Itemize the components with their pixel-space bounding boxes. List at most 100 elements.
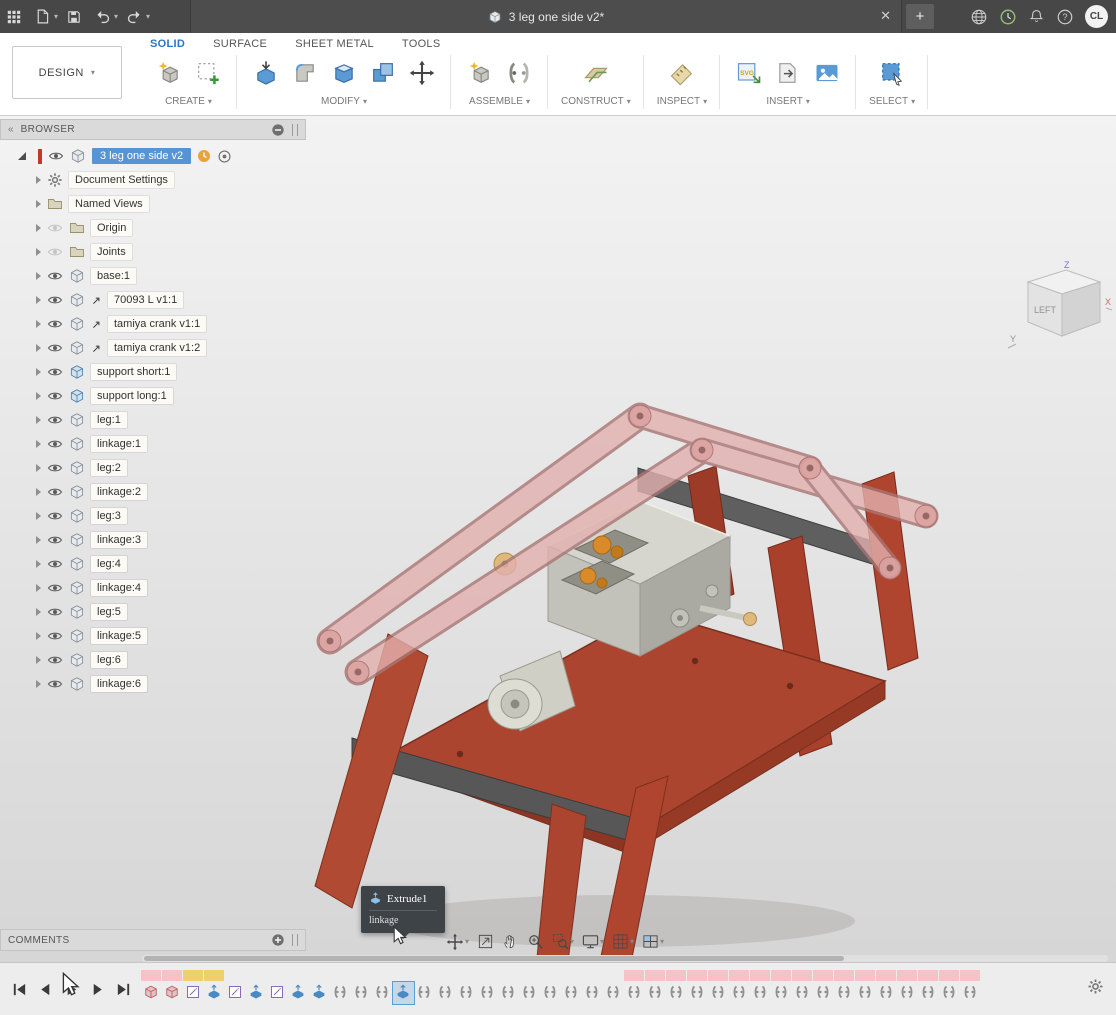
chevron-down-icon[interactable]: ▾ bbox=[660, 937, 664, 946]
expand-triangle-icon[interactable] bbox=[36, 536, 41, 544]
timeline-feature[interactable] bbox=[162, 970, 183, 1006]
expand-triangle-icon[interactable] bbox=[36, 296, 41, 304]
browser-item-label[interactable]: leg:4 bbox=[91, 556, 127, 572]
undo-icon[interactable] bbox=[89, 4, 115, 30]
visibility-eye-icon[interactable] bbox=[47, 535, 63, 545]
browser-item-label[interactable]: leg:5 bbox=[91, 604, 127, 620]
timeline-feature[interactable] bbox=[141, 970, 162, 1006]
timeline-feature[interactable] bbox=[477, 970, 498, 1006]
app-grid-icon[interactable] bbox=[1, 4, 27, 30]
browser-item-label[interactable]: base:1 bbox=[91, 268, 136, 284]
chevron-down-icon[interactable]: ▾ bbox=[526, 97, 530, 106]
browser-item-row[interactable]: leg:1 bbox=[0, 408, 306, 432]
visibility-eye-icon[interactable] bbox=[47, 343, 63, 353]
collapse-panel-icon[interactable]: « bbox=[8, 124, 14, 135]
move-icon[interactable] bbox=[406, 57, 438, 89]
tab-sheet-metal[interactable]: SHEET METAL bbox=[295, 38, 374, 50]
browser-root-row[interactable]: 3 leg one side v2 bbox=[0, 144, 306, 168]
expand-triangle-icon[interactable] bbox=[36, 608, 41, 616]
browser-item-label[interactable]: linkage:1 bbox=[91, 436, 147, 452]
timeline-feature[interactable] bbox=[456, 970, 477, 1006]
timeline-scrollbar[interactable] bbox=[142, 955, 1108, 962]
pan-hand-icon[interactable] bbox=[500, 931, 521, 952]
timeline-feature[interactable] bbox=[393, 970, 414, 1006]
timeline-feature[interactable] bbox=[960, 970, 981, 1006]
construction-plane-icon[interactable] bbox=[580, 57, 612, 89]
browser-item-label[interactable]: linkage:5 bbox=[91, 628, 147, 644]
view-cube[interactable]: LEFT Y X Z bbox=[1002, 258, 1114, 354]
tab-surface[interactable]: SURFACE bbox=[213, 38, 267, 50]
browser-item-label[interactable]: leg:2 bbox=[91, 460, 127, 476]
timeline-feature[interactable] bbox=[876, 970, 897, 1006]
expand-triangle-icon[interactable] bbox=[36, 224, 41, 232]
expand-comments-icon[interactable] bbox=[271, 933, 285, 947]
insert-image-icon[interactable] bbox=[811, 57, 843, 89]
expand-triangle-icon[interactable] bbox=[36, 584, 41, 592]
expand-triangle-icon[interactable] bbox=[36, 392, 41, 400]
browser-item-row[interactable]: support short:1 bbox=[0, 360, 306, 384]
chevron-down-icon[interactable]: ▾ bbox=[911, 97, 915, 106]
tab-close-icon[interactable]: ✕ bbox=[880, 8, 891, 24]
timeline-feature[interactable] bbox=[645, 970, 666, 1006]
select-window-icon[interactable] bbox=[876, 57, 908, 89]
visibility-eye-icon[interactable] bbox=[48, 151, 64, 161]
panel-drag-grip[interactable] bbox=[292, 124, 298, 136]
tab-tools[interactable]: TOOLS bbox=[402, 38, 441, 50]
expand-triangle-icon[interactable] bbox=[18, 152, 26, 160]
new-tab-button[interactable]: + bbox=[906, 4, 934, 29]
browser-item-row[interactable]: tamiya crank v1:2 bbox=[0, 336, 306, 360]
avatar[interactable]: CL bbox=[1085, 5, 1108, 28]
visibility-eye-icon[interactable] bbox=[47, 511, 63, 521]
press-pull-icon[interactable] bbox=[250, 57, 282, 89]
timeline-feature[interactable] bbox=[834, 970, 855, 1006]
visibility-eye-icon[interactable] bbox=[47, 679, 63, 689]
redo-menu-caret-icon[interactable]: ▾ bbox=[146, 12, 150, 21]
browser-item-row[interactable]: base:1 bbox=[0, 264, 306, 288]
visibility-eye-icon[interactable] bbox=[47, 463, 63, 473]
visibility-eye-icon[interactable] bbox=[47, 607, 63, 617]
chevron-down-icon[interactable]: ▾ bbox=[208, 97, 212, 106]
visibility-eye-icon[interactable] bbox=[47, 295, 63, 305]
chevron-down-icon[interactable]: ▾ bbox=[627, 97, 631, 106]
visibility-eye-icon[interactable] bbox=[47, 487, 63, 497]
undo-menu-caret-icon[interactable]: ▾ bbox=[114, 12, 118, 21]
tab-solid[interactable]: SOLID bbox=[150, 38, 185, 50]
expand-triangle-icon[interactable] bbox=[36, 560, 41, 568]
expand-triangle-icon[interactable] bbox=[36, 368, 41, 376]
timeline-feature[interactable] bbox=[561, 970, 582, 1006]
timeline-feature[interactable] bbox=[687, 970, 708, 1006]
timeline-feature[interactable] bbox=[435, 970, 456, 1006]
expand-triangle-icon[interactable] bbox=[36, 464, 41, 472]
timeline-feature[interactable] bbox=[519, 970, 540, 1006]
joint-icon[interactable] bbox=[503, 57, 535, 89]
visibility-eye-icon[interactable] bbox=[47, 559, 63, 569]
browser-item-row[interactable]: linkage:1 bbox=[0, 432, 306, 456]
timeline-feature[interactable] bbox=[288, 970, 309, 1006]
expand-triangle-icon[interactable] bbox=[36, 656, 41, 664]
browser-item-row[interactable]: support long:1 bbox=[0, 384, 306, 408]
browser-item-label[interactable]: support short:1 bbox=[91, 364, 176, 380]
browser-item-row[interactable]: Named Views bbox=[0, 192, 306, 216]
browser-header[interactable]: « BROWSER bbox=[0, 119, 306, 140]
timeline-feature[interactable] bbox=[666, 970, 687, 1006]
new-component-icon[interactable] bbox=[464, 57, 496, 89]
browser-item-label[interactable]: leg:1 bbox=[91, 412, 127, 428]
visibility-eye-icon[interactable] bbox=[47, 319, 63, 329]
expand-triangle-icon[interactable] bbox=[36, 440, 41, 448]
notifications-bell-icon[interactable] bbox=[1028, 8, 1045, 25]
minimize-panel-icon[interactable] bbox=[271, 123, 285, 137]
go-to-end-button[interactable] bbox=[112, 978, 135, 1001]
expand-triangle-icon[interactable] bbox=[36, 512, 41, 520]
zoom-window-icon[interactable]: ▾ bbox=[550, 931, 576, 952]
extensions-globe-icon[interactable] bbox=[970, 8, 988, 26]
visibility-eye-icon[interactable] bbox=[47, 583, 63, 593]
browser-item-label[interactable]: tamiya crank v1:1 bbox=[108, 316, 206, 332]
browser-item-label[interactable]: leg:6 bbox=[91, 652, 127, 668]
timeline-feature[interactable] bbox=[267, 970, 288, 1006]
chevron-down-icon[interactable]: ▾ bbox=[703, 97, 707, 106]
timeline-feature[interactable] bbox=[750, 970, 771, 1006]
comments-bar[interactable]: COMMENTS bbox=[0, 929, 306, 951]
visibility-eye-icon[interactable] bbox=[47, 439, 63, 449]
orbit-pan-icon[interactable]: ▾ bbox=[444, 931, 471, 953]
timeline-feature[interactable] bbox=[183, 970, 204, 1006]
